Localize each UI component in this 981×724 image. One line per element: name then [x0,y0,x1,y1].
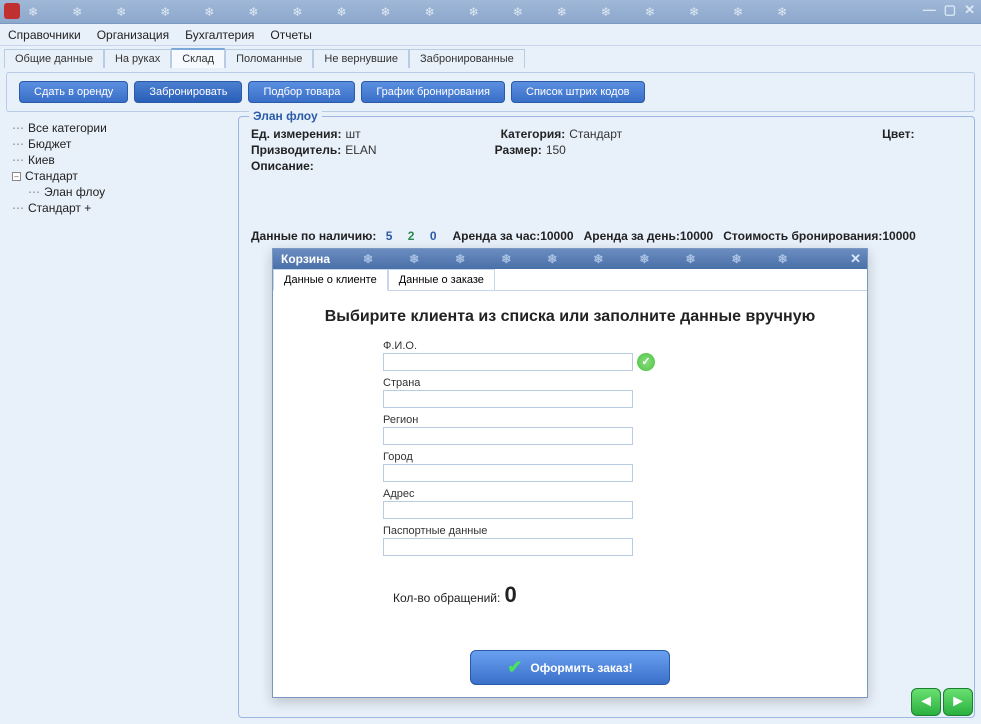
nav-arrows: ◄ ► [911,688,973,716]
passport-input[interactable] [383,538,633,556]
reserve-button[interactable]: Забронировать [134,81,242,103]
hour-label: Аренда за час: [453,229,541,243]
size-label: Размер: [495,143,542,157]
next-arrow-button[interactable]: ► [943,688,973,716]
rent-button[interactable]: Сдать в оренду [19,81,128,103]
category-tree: ⋯Все категории ⋯Бюджет ⋯Киев –Стандарт ⋯… [6,116,238,718]
tree-item[interactable]: –Стандарт [12,168,232,184]
menu-buhgalteriya[interactable]: Бухгалтерия [185,28,254,42]
tab-polomannye[interactable]: Поломанные [225,49,313,68]
tab-client-data[interactable]: Данные о клиенте [273,269,388,291]
submit-label: Оформить заказ! [530,661,632,675]
window-controls: ― ▢ ✕ [923,2,975,18]
check-icon[interactable]: ✓ [637,353,655,371]
stock-label: Данные по наличию: [251,229,376,243]
menu-otchety[interactable]: Отчеты [270,28,311,42]
tab-zabronirovannye[interactable]: Забронированные [409,49,525,68]
close-button[interactable]: ✕ [964,2,975,18]
tab-ne-vernuvshie[interactable]: Не вернувшие [313,49,409,68]
app-icon [4,3,20,19]
country-label: Страна [383,377,847,389]
modal-tabs: Данные о клиенте Данные о заказе [273,269,867,291]
color-label: Цвет: [882,127,914,141]
maximize-button[interactable]: ▢ [944,2,956,18]
maker-value: ELAN [345,143,376,157]
tab-obshchie-dannye[interactable]: Общие данные [4,49,104,68]
modal-decoration: ❄❄❄❄❄❄❄❄❄❄ [363,252,837,266]
tree-label: Стандарт [25,169,78,183]
modal-heading: Выбирите клиента из списка или заполните… [293,307,847,328]
tree-label: Бюджет [28,137,71,151]
day-label: Аренда за день: [584,229,680,243]
hour-value: 10000 [540,229,573,243]
passport-label: Паспортные данные [383,525,847,537]
unit-value: шт [346,127,361,141]
modal-titlebar[interactable]: Корзина ❄❄❄❄❄❄❄❄❄❄ ✕ [273,249,867,269]
count-value: 0 [505,582,517,607]
address-label: Адрес [383,488,847,500]
schedule-button[interactable]: График бронирования [361,81,505,103]
tab-sklad[interactable]: Склад [171,48,225,68]
menu-spravochniki[interactable]: Справочники [8,28,81,42]
book-value: 10000 [882,229,915,243]
tree-collapse-icon[interactable]: – [12,172,21,181]
menu-organizaciya[interactable]: Организация [97,28,169,42]
tree-item[interactable]: ⋯Киев [12,152,232,168]
tree-label: Все категории [28,121,107,135]
count-label: Кол-во обращений: [393,591,500,605]
unit-label: Ед. измерения: [251,127,342,141]
desc-label: Описание: [251,159,314,173]
tree-label: Стандарт + [28,201,91,215]
tab-na-rukah[interactable]: На руках [104,49,171,68]
stock-total: 5 [386,229,393,243]
modal-title-text: Корзина [281,252,330,266]
city-label: Город [383,451,847,463]
region-input[interactable] [383,427,633,445]
main-tabbar: Общие данные На руках Склад Поломанные Н… [0,46,981,68]
category-value: Стандарт [569,127,622,141]
toolbar: Сдать в оренду Забронировать Подбор това… [6,72,975,112]
tab-order-data[interactable]: Данные о заказе [388,269,495,290]
checkmark-icon: ✔ [507,657,522,678]
modal-close-icon[interactable]: ✕ [850,251,861,267]
tree-item[interactable]: ⋯Все категории [12,120,232,136]
prev-arrow-button[interactable]: ◄ [911,688,941,716]
fio-input[interactable] [383,353,633,371]
details-title: Элан флоу [249,109,322,123]
tree-label: Киев [28,153,55,167]
category-label: Категория: [501,127,566,141]
menubar: Справочники Организация Бухгалтерия Отче… [0,24,981,46]
day-value: 10000 [680,229,713,243]
city-input[interactable] [383,464,633,482]
barcodes-button[interactable]: Список штрих кодов [511,81,645,103]
titlebar: ❄❄❄❄❄❄❄❄❄❄❄❄❄❄❄❄❄❄ ― ▢ ✕ [0,0,981,24]
fio-label: Ф.И.О. [383,340,847,352]
stock-avail: 2 [408,229,415,243]
region-label: Регион [383,414,847,426]
country-input[interactable] [383,390,633,408]
tree-label: Элан флоу [44,185,105,199]
maker-label: Призводитель: [251,143,341,157]
size-value: 150 [546,143,566,157]
pick-button[interactable]: Подбор товара [248,81,355,103]
address-input[interactable] [383,501,633,519]
cart-modal: Корзина ❄❄❄❄❄❄❄❄❄❄ ✕ Данные о клиенте Да… [272,248,868,698]
minimize-button[interactable]: ― [923,2,936,18]
book-label: Стоимость бронирования: [723,229,882,243]
tree-item[interactable]: ⋯Бюджет [12,136,232,152]
submit-order-button[interactable]: ✔ Оформить заказ! [470,650,669,685]
tree-item[interactable]: ⋯Элан флоу [12,184,232,200]
tree-item[interactable]: ⋯Стандарт + [12,200,232,216]
titlebar-decoration: ❄❄❄❄❄❄❄❄❄❄❄❄❄❄❄❄❄❄ [28,0,901,24]
stock-reserved: 0 [430,229,437,243]
